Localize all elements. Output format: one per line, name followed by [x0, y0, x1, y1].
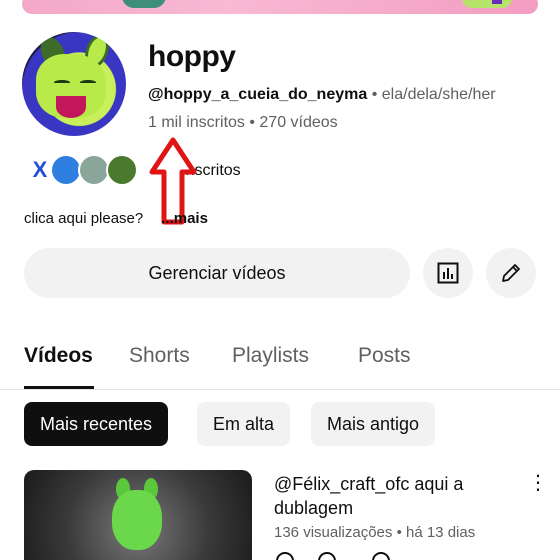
- description-text: clica aqui please?: [24, 210, 144, 227]
- channel-stats: 1 mil inscritos • 270 vídeos: [148, 114, 338, 131]
- avatar-art: [56, 96, 86, 118]
- channel-description[interactable]: clica aqui please? ...mais: [24, 210, 208, 227]
- banner-art: [462, 0, 512, 8]
- video-meta: 136 visualizações • há 13 dias: [274, 524, 476, 541]
- thumbnail-art: [112, 490, 162, 550]
- tab-posts[interactable]: Posts: [358, 344, 411, 368]
- comment-icon: [372, 552, 390, 560]
- globe-icon: [276, 552, 294, 560]
- video-extra-icons: [276, 552, 426, 560]
- analytics-icon: [437, 262, 459, 284]
- active-tab-indicator: [24, 386, 94, 389]
- separator-dot: •: [371, 86, 378, 103]
- subscriber-avatars[interactable]: X: [24, 154, 144, 186]
- avatar-art: [80, 80, 96, 85]
- tab-playlists[interactable]: Playlists: [232, 344, 309, 368]
- tab-videos[interactable]: Vídeos: [24, 344, 93, 368]
- pencil-icon: [502, 264, 520, 282]
- channel-name: hoppy: [148, 40, 236, 73]
- channel-pronouns: ela/dela/she/her: [381, 86, 496, 103]
- avatar-art: [54, 80, 70, 85]
- more-link[interactable]: ...mais: [161, 210, 208, 227]
- chip-mais-recentes[interactable]: Mais recentes: [24, 402, 169, 446]
- banner-art: [122, 0, 166, 8]
- tab-shorts[interactable]: Shorts: [129, 344, 190, 368]
- banner-art: [492, 0, 502, 4]
- channel-tabs: Vídeos Shorts Playlists Posts: [0, 330, 560, 390]
- chip-mais-antigo[interactable]: Mais antigo: [311, 402, 436, 446]
- manage-videos-button[interactable]: Gerenciar vídeos: [24, 248, 410, 298]
- channel-handle: @hoppy_a_cueia_do_neyma: [148, 86, 368, 103]
- chip-em-alta[interactable]: Em alta: [197, 402, 291, 446]
- video-title[interactable]: @Félix_craft_ofc aqui a dublagem: [274, 472, 514, 520]
- channel-handle-row: @hoppy_a_cueia_do_neyma • ela/dela/she/h…: [148, 86, 496, 104]
- video-thumbnail[interactable]: [24, 470, 252, 560]
- analytics-button[interactable]: [423, 248, 473, 298]
- subscriber-avatar: [106, 154, 138, 186]
- more-vert-icon[interactable]: ⋮: [528, 472, 548, 496]
- channel-avatar[interactable]: [22, 32, 126, 136]
- edit-channel-button[interactable]: [486, 248, 536, 298]
- channel-banner[interactable]: [22, 0, 538, 14]
- like-icon: [318, 552, 336, 560]
